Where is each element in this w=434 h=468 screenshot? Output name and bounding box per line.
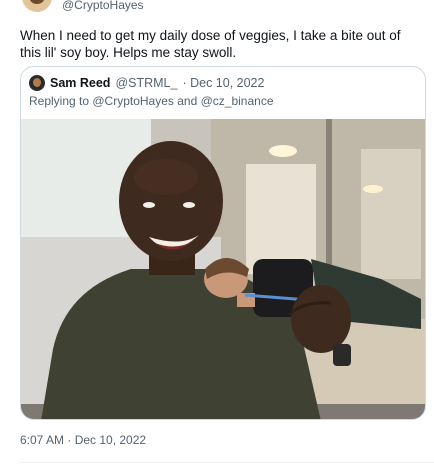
quoted-tweet-header: Sam Reed @STRML_ · Dec 10, 2022 (29, 75, 264, 91)
quoted-date[interactable]: · Dec 10, 2022 (182, 76, 264, 90)
divider (20, 462, 434, 463)
author-handle[interactable]: @CryptoHayes (62, 0, 144, 12)
photo-illustration (21, 119, 425, 419)
replying-to-text: Replying to @CryptoHayes and @cz_binance (29, 94, 274, 108)
quoted-author-handle[interactable]: @STRML_ (115, 76, 177, 90)
quoted-avatar[interactable] (29, 75, 45, 91)
author-avatar[interactable] (22, 0, 52, 12)
tweet-text: When I need to get my daily dose of vegg… (20, 28, 401, 60)
quoted-tweet-card[interactable]: Sam Reed @STRML_ · Dec 10, 2022 Replying… (20, 66, 426, 420)
quoted-photo[interactable] (21, 119, 425, 419)
tweet-timestamp[interactable]: 6:07 AM · Dec 10, 2022 (20, 433, 146, 447)
quoted-author-name[interactable]: Sam Reed (50, 76, 110, 90)
